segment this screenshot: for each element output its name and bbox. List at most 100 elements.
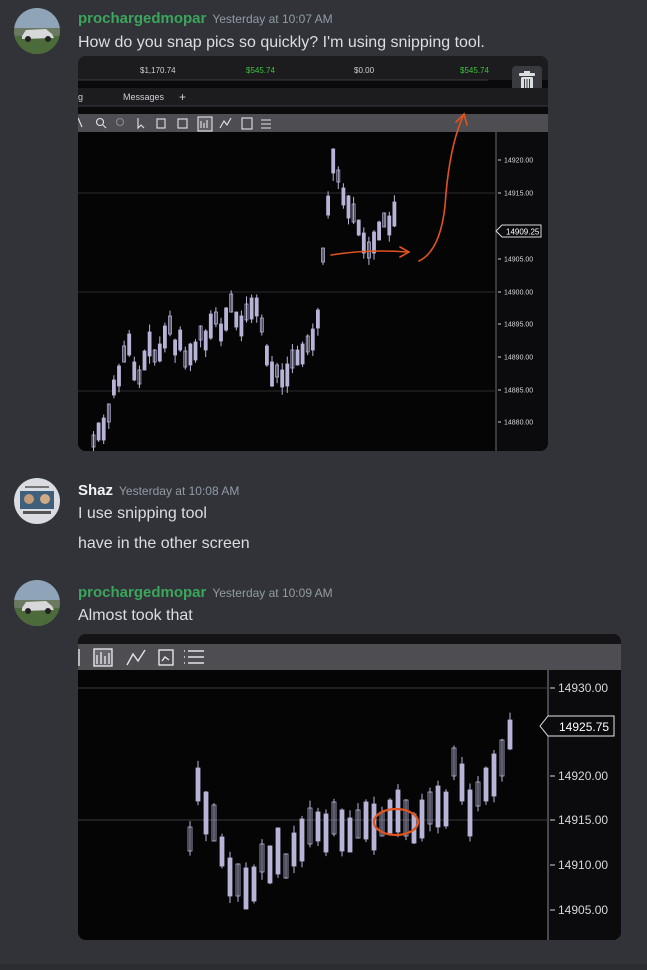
candle-body: [361, 232, 366, 254]
candle-body: [315, 811, 321, 842]
candle-body: [219, 323, 223, 342]
candle-body: [291, 832, 297, 867]
axis-tick-label: 14885.00: [504, 387, 533, 394]
current-price-tag-2: 14925.75: [539, 715, 615, 737]
candle-body: [346, 195, 351, 219]
axis-tick-label: 14890.00: [504, 354, 533, 361]
candle-body: [178, 329, 183, 351]
candle-body: [132, 361, 137, 381]
chart-toolbar: [78, 114, 548, 132]
candle-body: [249, 297, 254, 320]
trading-chart-1: $1,170.74 $545.74 $0.00 $545.74 g Messag…: [78, 56, 548, 451]
candle-body: [377, 221, 382, 241]
candle-body: [127, 333, 132, 356]
username[interactable]: prochargedmopar: [78, 10, 206, 27]
candle-body: [419, 799, 425, 839]
candle-body: [193, 341, 198, 361]
candle-body: [339, 809, 345, 852]
candle-body: [347, 817, 353, 853]
message-text: Almost took that: [78, 607, 193, 624]
candle-body: [326, 195, 331, 216]
candle-body: [395, 789, 401, 833]
candle-body: [173, 339, 177, 356]
candle-body: [275, 827, 281, 875]
candle-body: [147, 331, 152, 357]
chart-screenshot-1[interactable]: $1,170.74 $545.74 $0.00 $545.74 g Messag…: [78, 56, 548, 451]
candle-body: [387, 799, 393, 834]
account-value-4: $545.74: [460, 66, 489, 75]
car-avatar-image: [14, 580, 60, 626]
tab-fragment: g: [78, 92, 83, 102]
message-text: have in the other screen: [78, 535, 250, 552]
candle-body: [435, 785, 441, 828]
candle-body: [243, 867, 249, 910]
candle-body: [310, 328, 315, 351]
candle-body: [267, 845, 273, 884]
tab-messages: Messages: [123, 92, 165, 102]
candle-body: [112, 379, 116, 396]
current-price-1: 14909.25: [506, 228, 540, 237]
candle-body: [341, 187, 346, 206]
axis-tick-label: 14915.00: [558, 813, 608, 827]
username[interactable]: Shaz: [78, 482, 113, 499]
candle-body: [507, 719, 513, 750]
candle-body: [270, 361, 274, 387]
candle-body: [203, 791, 209, 835]
current-price-2: 14925.75: [559, 720, 609, 734]
add-tab-icon: +: [179, 90, 186, 104]
candle-body: [254, 297, 259, 317]
candle-body: [372, 231, 376, 254]
candle-body: [224, 307, 229, 331]
trading-chart-2: 14930.00 14920.00 14915.00 14910.00 14905.00…: [78, 634, 621, 940]
axis-tick-label: 14915.00: [504, 190, 533, 197]
candle-body: [299, 818, 305, 862]
axis-tick-label: 14920.00: [558, 769, 608, 783]
candle-body: [264, 345, 269, 366]
timestamp: Yesterday at 10:09 AM: [212, 586, 333, 600]
current-price-tag-1: 14909.25: [495, 224, 542, 238]
candle-body: [491, 753, 497, 797]
user-avatar[interactable]: [14, 8, 60, 54]
axis-tick-label: 14900.00: [504, 289, 533, 296]
candle-body: [117, 365, 121, 387]
candle-body: [483, 767, 489, 802]
candle-body: [96, 422, 101, 441]
candle-body: [443, 791, 449, 827]
candle-body: [363, 801, 369, 840]
message-text: I use snipping tool: [78, 505, 207, 522]
candle-body: [285, 363, 290, 387]
message-header: prochargedmopar Yesterday at 10:09 AM: [78, 584, 333, 601]
message-text: How do you snap pics so quickly? I'm usi…: [78, 34, 485, 51]
axis-tick-label: 14905.00: [558, 903, 608, 917]
candle-body: [142, 350, 147, 371]
meme-avatar-image: [14, 478, 60, 524]
axis-tick-label: 14905.00: [504, 256, 533, 263]
axis-tick-label: 14910.00: [558, 858, 608, 872]
candle-body: [300, 343, 305, 365]
user-avatar[interactable]: [14, 478, 60, 524]
candle-body: [195, 767, 201, 802]
candle-body: [323, 813, 329, 853]
candle-body: [356, 219, 361, 236]
timestamp: Yesterday at 10:08 AM: [119, 484, 240, 498]
axis-tick-label: 14895.00: [504, 321, 533, 328]
user-avatar[interactable]: [14, 580, 60, 626]
candle-body: [208, 313, 213, 339]
candle-body: [459, 763, 465, 802]
account-value-3: $0.00: [354, 66, 375, 75]
candle-body: [227, 857, 233, 897]
candle-body: [467, 789, 473, 837]
candle-body: [251, 866, 257, 902]
car-avatar-image: [14, 8, 60, 54]
message-header: Shaz Yesterday at 10:08 AM: [78, 482, 239, 499]
username[interactable]: prochargedmopar: [78, 584, 206, 601]
axis-tick-label: 14930.00: [558, 681, 608, 695]
candle-body: [101, 417, 106, 441]
chart-screenshot-2[interactable]: 14930.00 14920.00 14915.00 14910.00 14905.00…: [78, 634, 621, 940]
timestamp: Yesterday at 10:07 AM: [212, 12, 333, 26]
account-value-2: $545.74: [246, 66, 275, 75]
message-header: prochargedmopar Yesterday at 10:07 AM: [78, 10, 333, 27]
candle-body: [387, 215, 392, 236]
candle-body: [392, 201, 397, 227]
candle-body: [239, 315, 244, 337]
